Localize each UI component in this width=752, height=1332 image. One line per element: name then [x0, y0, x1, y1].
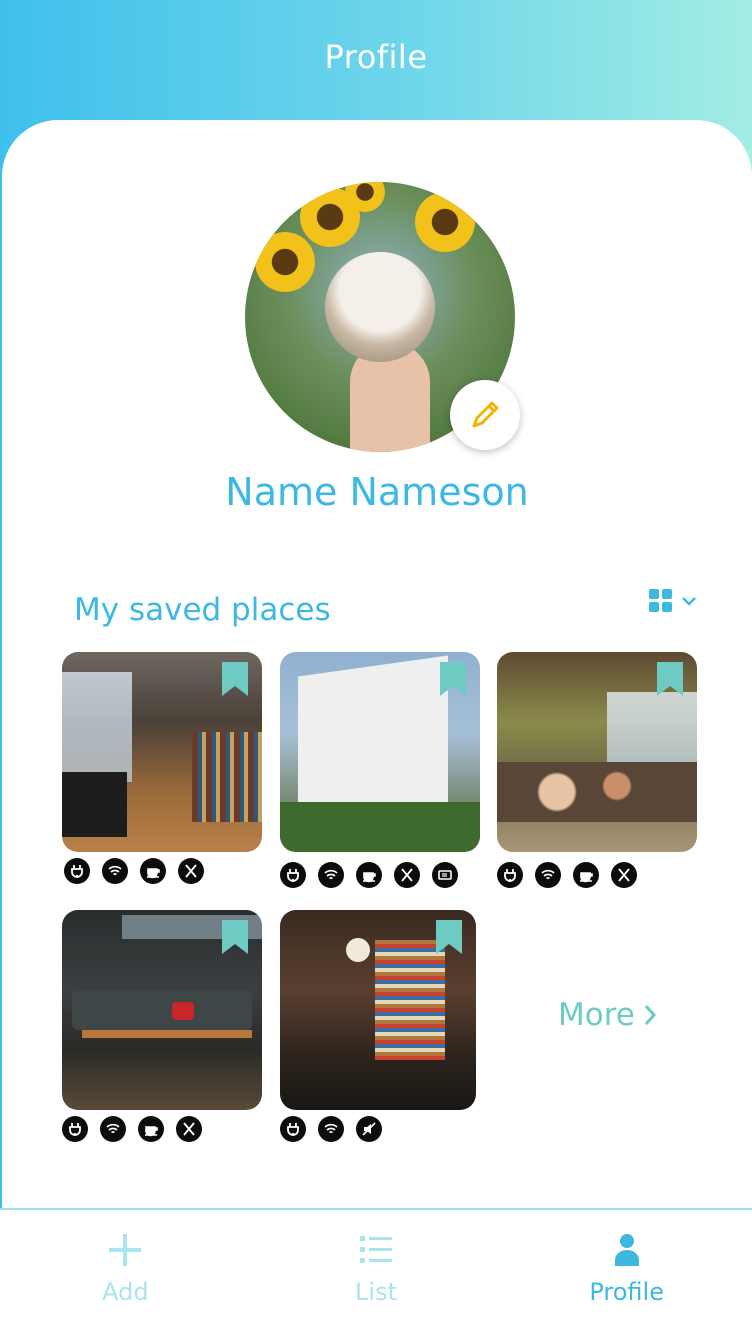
sunflower-decor [255, 232, 315, 292]
saved-places-title: My saved places [74, 592, 331, 628]
edit-avatar-button[interactable] [450, 380, 520, 450]
user-name: Name Nameson [225, 470, 529, 514]
plug-icon [64, 858, 90, 884]
wifi-icon [535, 862, 561, 888]
bookmark-icon[interactable] [222, 662, 248, 696]
tab-label: Add [102, 1278, 149, 1306]
plug-icon [280, 862, 306, 888]
person-icon [614, 1234, 639, 1266]
saved-place-tile[interactable] [62, 910, 262, 1110]
lamp-decor [346, 938, 370, 962]
profile-card: Name Nameson My saved places More [2, 120, 752, 1332]
cushion-decor [172, 1002, 194, 1020]
bookmark-icon[interactable] [222, 920, 248, 954]
window-decor [607, 692, 697, 772]
grid-icon [649, 589, 672, 612]
food-icon [176, 1116, 202, 1142]
amenity-row [62, 1116, 202, 1142]
bottom-tab-bar: Add List Profile [0, 1208, 752, 1332]
food-icon [611, 862, 637, 888]
wifi-icon [100, 1116, 126, 1142]
plug-icon [280, 1116, 306, 1142]
wifi-icon [318, 1116, 344, 1142]
coffee-icon [356, 862, 382, 888]
quiet-icon [356, 1116, 382, 1142]
plus-icon [109, 1234, 142, 1266]
page-title: Profile [324, 38, 428, 76]
sofa-decor [72, 990, 252, 1030]
food-icon [178, 858, 204, 884]
bookshelf-decor [192, 732, 262, 822]
coffee-icon [140, 858, 166, 884]
window-decor [62, 672, 132, 782]
wifi-icon [102, 858, 128, 884]
bookmark-icon[interactable] [440, 662, 466, 696]
view-toggle-button[interactable] [648, 586, 704, 616]
amenity-row [64, 858, 204, 884]
tab-list[interactable]: List [251, 1210, 502, 1332]
avatar-container [245, 182, 520, 452]
wifi-icon [318, 862, 344, 888]
microwave-icon [432, 862, 458, 888]
more-places-link[interactable]: More [558, 997, 657, 1033]
coffee-icon [138, 1116, 164, 1142]
saved-place-tile[interactable] [280, 910, 476, 1110]
bookshelf-decor [375, 940, 445, 1060]
hedgehog-decor [325, 252, 435, 362]
plug-icon [62, 1116, 88, 1142]
bookmark-icon[interactable] [657, 662, 683, 696]
sunflower-decor [415, 192, 475, 252]
tab-label: Profile [589, 1278, 664, 1306]
tab-label: List [355, 1278, 397, 1306]
building-decor [298, 655, 448, 827]
list-icon [360, 1236, 392, 1263]
more-label: More [558, 997, 635, 1033]
amenity-row [497, 862, 637, 888]
bookmark-icon[interactable] [436, 920, 462, 954]
people-decor [497, 762, 697, 822]
plug-icon [497, 862, 523, 888]
tab-add[interactable]: Add [0, 1210, 251, 1332]
saved-place-tile[interactable] [280, 652, 480, 852]
amenity-row [280, 1116, 382, 1142]
app-header: Profile [0, 0, 752, 120]
saved-place-tile[interactable] [497, 652, 697, 852]
trees-decor [280, 802, 480, 852]
pencil-icon [472, 401, 499, 428]
chevron-down-icon [682, 597, 696, 606]
coffee-icon [573, 862, 599, 888]
chevron-right-icon [644, 1005, 656, 1025]
saved-place-tile[interactable] [62, 652, 262, 852]
tab-profile[interactable]: Profile [501, 1210, 752, 1332]
table-decor [82, 1030, 252, 1038]
cabinet-decor [62, 772, 127, 837]
amenity-row [280, 862, 458, 888]
food-icon [394, 862, 420, 888]
